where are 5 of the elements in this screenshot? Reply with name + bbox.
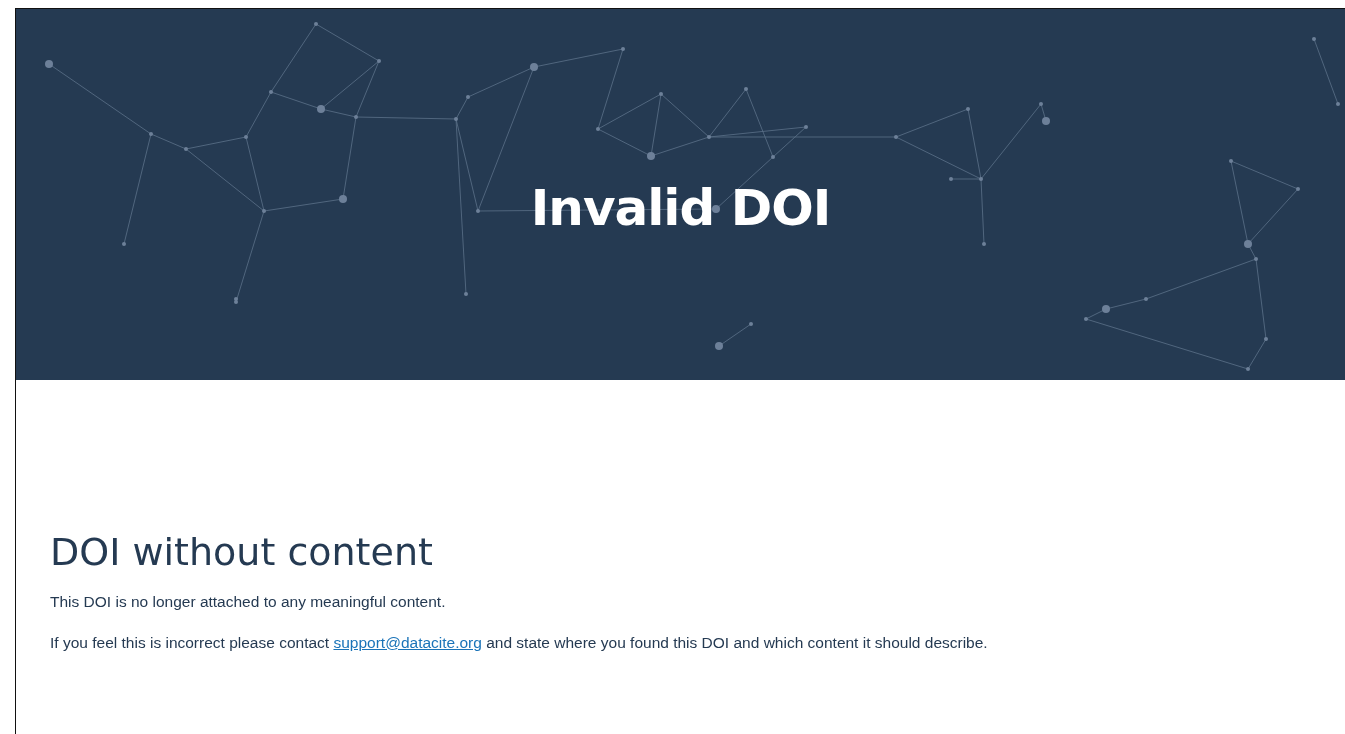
section-heading: DOI without content — [50, 530, 434, 576]
email-link[interactable]: support@datacite.org — [333, 633, 482, 651]
page-title: Invalid DOI — [530, 181, 831, 236]
paragraph: This DOI is no longer attached to any meaningful content. — [50, 591, 447, 612]
paragraph: If you feel this is incorrect please contact support@datacite.org and state where you found this DOI and which content it should describe. — [50, 632, 989, 653]
